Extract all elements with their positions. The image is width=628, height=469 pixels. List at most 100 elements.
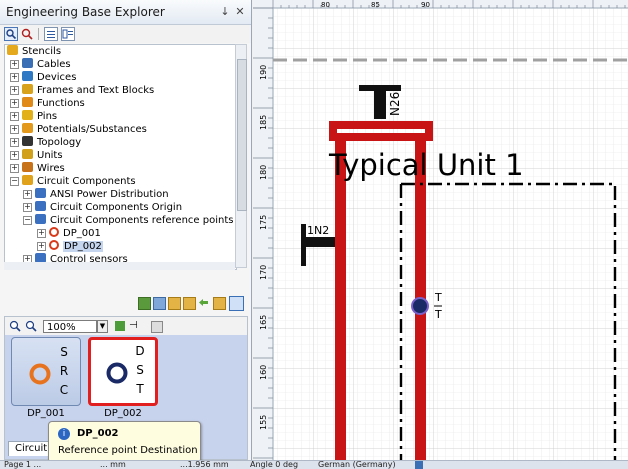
origin-icon — [35, 201, 46, 211]
ruler-left-label: 185 — [259, 115, 268, 130]
ruler-top-label: 90 — [421, 1, 430, 9]
potentials-icon — [22, 123, 33, 133]
tree-item-label: Potentials/Substances — [37, 124, 147, 135]
stencil-card-dp-002[interactable]: D S T — [88, 337, 158, 406]
ref-label-top: T — [434, 291, 442, 304]
expand-icon[interactable]: + — [10, 112, 19, 121]
folder-up-icon[interactable] — [183, 297, 196, 310]
toolbar-divider — [38, 28, 39, 40]
tree-item-units[interactable]: + Units — [10, 149, 63, 162]
drawing-canvas[interactable]: 80 85 90 190 185 180 175 170 165 160 155… — [253, 0, 628, 460]
tree-item-label: Cables — [37, 59, 71, 70]
tab-label: Circuit — [15, 443, 48, 454]
zoom-out-icon[interactable] — [25, 320, 37, 332]
expand-icon[interactable]: + — [10, 138, 19, 147]
tree-item-ansi[interactable]: + ANSI Power Distribution — [23, 188, 169, 201]
zoom-select[interactable]: 100% — [43, 320, 97, 333]
destination-ring-icon — [106, 362, 128, 384]
tree-item-origin[interactable]: + Circuit Components Origin — [23, 201, 182, 214]
pin-icon[interactable]: ↓ — [218, 5, 232, 18]
stencil-card-dp-001[interactable]: S R C — [11, 337, 81, 406]
panel-titlebar: Engineering Base Explorer ↓ ✕ — [0, 0, 251, 25]
circuit-components-icon — [22, 175, 33, 185]
tree-item-label: Pins — [37, 111, 58, 122]
stencil-tooltip: i DP_002 Reference point Destination — [48, 421, 201, 463]
ruler-top-label: 80 — [321, 1, 330, 9]
collapse-icon[interactable]: − — [23, 216, 32, 225]
tree-item-reference-points[interactable]: − Circuit Components reference points — [23, 214, 233, 227]
tree-item-frames[interactable]: + Frames and Text Blocks — [10, 84, 154, 97]
details-view-icon[interactable] — [61, 27, 75, 41]
target-icon — [49, 227, 59, 237]
scrollbar-thumb[interactable] — [237, 59, 247, 211]
expand-icon[interactable]: + — [10, 86, 19, 95]
tree-item-potentials[interactable]: + Potentials/Substances — [10, 123, 147, 136]
tree-root-stencils[interactable]: Stencils — [7, 45, 61, 58]
reference-point-marker[interactable] — [411, 297, 429, 315]
info-icon: i — [58, 428, 70, 440]
open-stencil-icon[interactable] — [138, 297, 151, 310]
expand-icon[interactable]: + — [10, 125, 19, 134]
drawing-surface[interactable]: 80 85 90 190 185 180 175 170 165 160 155… — [253, 0, 628, 460]
filter-search-icon[interactable] — [20, 27, 34, 41]
tree-item-label: Functions — [37, 98, 85, 109]
expand-icon[interactable]: + — [10, 73, 19, 82]
tree-item-devices[interactable]: + Devices — [10, 71, 76, 84]
tree-horizontal-scrollbar[interactable] — [4, 262, 235, 270]
tree-item-functions[interactable]: + Functions — [10, 97, 85, 110]
tooltip-title: DP_002 — [77, 428, 119, 439]
top-ruler — [253, 0, 628, 8]
stencil-letter: S — [136, 363, 144, 377]
tree-item-label: Circuit Components — [37, 176, 136, 187]
tooltip-text: Reference point Destination — [58, 445, 198, 456]
back-arrow-icon[interactable] — [198, 297, 209, 308]
terminal-stem-left — [301, 237, 335, 247]
ruler-left-label: 190 — [259, 65, 268, 80]
close-icon[interactable]: ✕ — [233, 5, 247, 18]
tree-item-dp-002[interactable]: + DP_002 — [37, 240, 103, 253]
new-folder-icon[interactable] — [213, 297, 226, 310]
tree-item-wires[interactable]: + Wires — [10, 162, 65, 175]
zoom-in-icon[interactable] — [9, 320, 21, 332]
ruler-left-label: 165 — [259, 315, 268, 330]
search-icon[interactable] — [4, 27, 18, 41]
expand-icon[interactable]: + — [37, 242, 46, 251]
tree-item-label: Stencils — [22, 46, 62, 57]
ref-label-bottom: T — [434, 308, 442, 321]
chevron-down-icon[interactable]: ▼ — [97, 320, 108, 333]
expand-icon[interactable]: + — [10, 60, 19, 69]
expand-icon[interactable]: + — [23, 190, 32, 199]
unit-title: Typical Unit 1 — [328, 148, 524, 182]
folder-view-icon[interactable] — [153, 297, 166, 310]
tree-item-topology[interactable]: + Topology — [10, 136, 81, 149]
properties-icon[interactable] — [151, 321, 163, 333]
zoom-value: 100% — [47, 322, 76, 333]
tree-item-label: ANSI Power Distribution — [50, 189, 169, 200]
stencil-letter: T — [136, 382, 144, 396]
tree-item-label: DP_001 — [63, 228, 101, 239]
grid-icon[interactable] — [115, 321, 125, 331]
tree-item-dp-001[interactable]: + DP_001 — [37, 227, 101, 240]
stencil-view-icon[interactable] — [229, 296, 244, 311]
tree-item-circuit-components[interactable]: − Circuit Components — [10, 175, 136, 188]
expand-icon[interactable]: + — [10, 151, 19, 160]
ansi-icon — [35, 188, 46, 198]
expand-icon[interactable]: + — [10, 99, 19, 108]
collapse-icon[interactable]: − — [10, 177, 19, 186]
pin-icon[interactable]: ⊣ — [129, 321, 141, 331]
tree-item-cables[interactable]: + Cables — [10, 58, 71, 71]
expand-icon[interactable]: + — [37, 229, 46, 238]
tree-vertical-scrollbar[interactable] — [235, 44, 247, 268]
expand-icon[interactable]: + — [10, 164, 19, 173]
tree-item-label: Circuit Components reference points — [50, 215, 234, 226]
folder-icon[interactable] — [168, 297, 181, 310]
ruler-left-label: 180 — [259, 165, 268, 180]
wire-top-bar-2 — [329, 133, 433, 141]
tree-item-pins[interactable]: + Pins — [10, 110, 57, 123]
list-view-icon[interactable] — [44, 27, 58, 41]
explorer-panel: Engineering Base Explorer ↓ ✕ Stencils +… — [0, 0, 252, 460]
ruler-top-label: 85 — [371, 1, 380, 9]
panel-title: Engineering Base Explorer — [6, 5, 165, 19]
stencil-toolbar — [0, 295, 251, 313]
expand-icon[interactable]: + — [23, 203, 32, 212]
